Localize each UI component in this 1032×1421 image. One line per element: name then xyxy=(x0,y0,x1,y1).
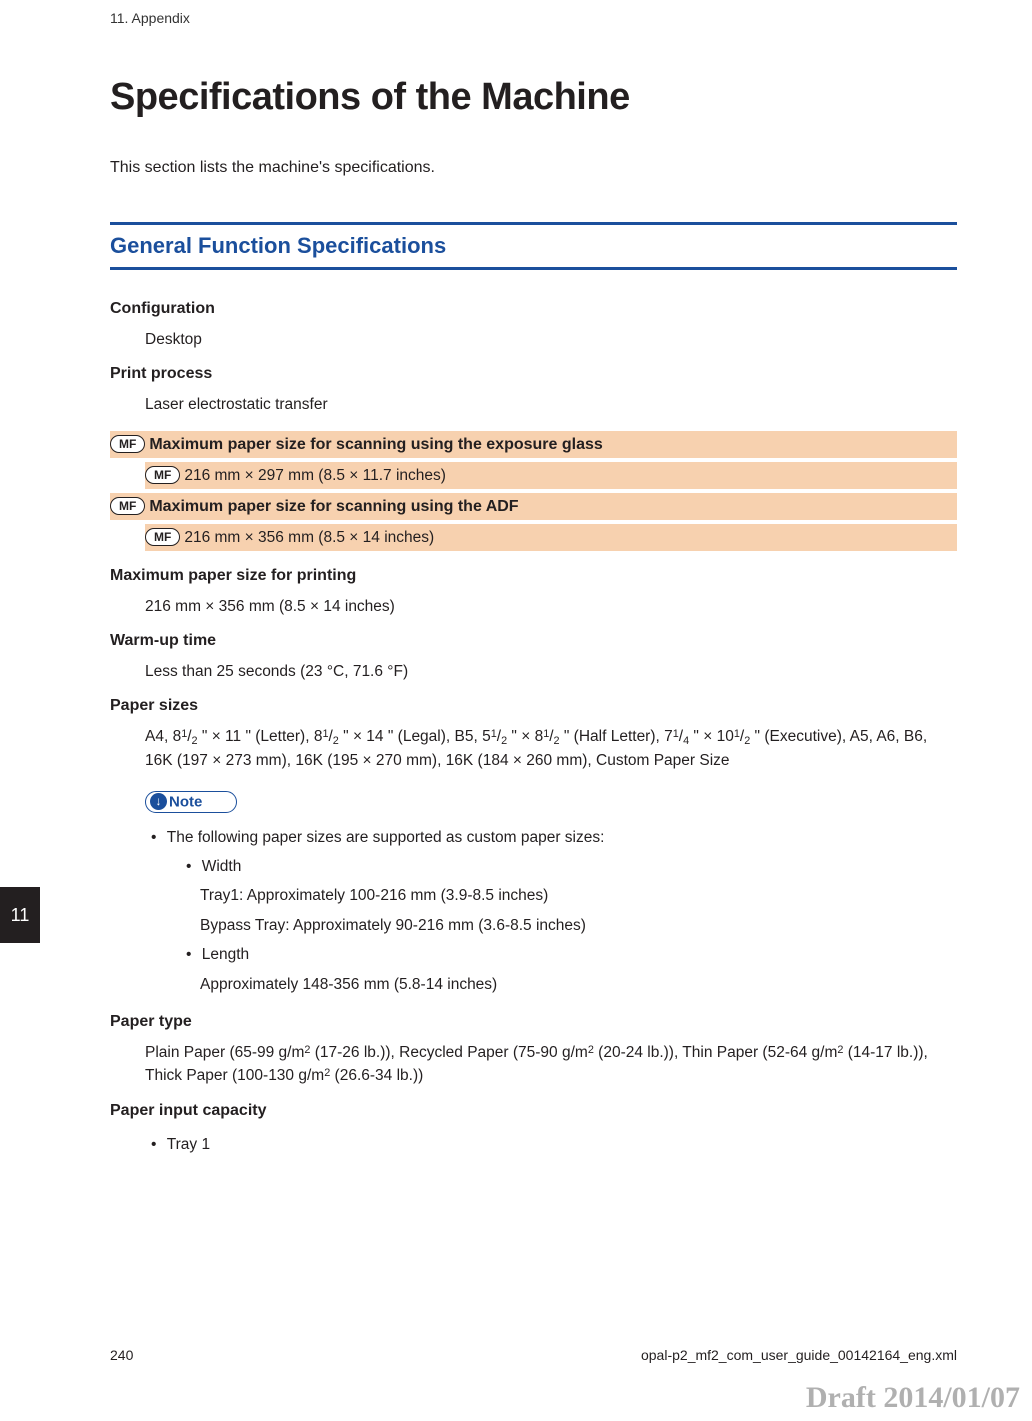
value-paper-type: Plain Paper (65-99 g/m2 (17-26 lb.)), Re… xyxy=(145,1041,957,1088)
frac-sup: 1 xyxy=(491,728,497,740)
note-badge: ↓Note xyxy=(145,791,237,813)
ps-p5: " (Half Letter), 7 xyxy=(560,728,673,745)
note-arrow-icon: ↓ xyxy=(150,793,167,810)
note-label: Note xyxy=(169,793,202,810)
ps-p1: A4, 8 xyxy=(145,728,181,745)
value-configuration: Desktop xyxy=(145,328,957,351)
note-line: The following paper sizes are supported … xyxy=(165,823,957,852)
term-configuration: Configuration xyxy=(110,300,957,318)
ps-p3: " × 14 " (Legal), B5, 5 xyxy=(339,728,491,745)
note-length-val: Approximately 148-356 mm (5.8-14 inches) xyxy=(200,970,957,999)
mf-badge-icon: MF xyxy=(145,466,180,484)
note-width-label: Width xyxy=(200,852,957,881)
value-max-scan-glass-text: 216 mm × 297 mm (8.5 × 11.7 inches) xyxy=(184,467,446,484)
draft-watermark: Draft 2014/01/07 xyxy=(806,1381,1020,1415)
mf-badge-icon: MF xyxy=(145,528,180,546)
note-length-label: Length xyxy=(200,940,957,969)
value-max-scan-adf-text: 216 mm × 356 mm (8.5 × 14 inches) xyxy=(184,529,434,546)
term-paper-type: Paper type xyxy=(110,1013,957,1031)
term-max-scan-glass: MFMaximum paper size for scanning using … xyxy=(110,429,957,460)
term-paper-sizes: Paper sizes xyxy=(110,697,957,715)
frac-sup: 1 xyxy=(673,728,679,740)
section-heading-general: General Function Specifications xyxy=(110,222,957,270)
ps-p4: " × 8 xyxy=(507,728,543,745)
term-max-scan-adf: MFMaximum paper size for scanning using … xyxy=(110,491,957,522)
mf-badge-icon: MF xyxy=(110,497,145,515)
value-print-process: Laser electrostatic transfer xyxy=(145,393,957,416)
intro-text: This section lists the machine's specifi… xyxy=(110,159,957,177)
term-max-scan-adf-text: Maximum paper size for scanning using th… xyxy=(149,498,518,515)
frac-sup: 1 xyxy=(322,728,328,740)
page-number: 240 xyxy=(110,1347,133,1363)
value-max-scan-adf: MF216 mm × 356 mm (8.5 × 14 inches) xyxy=(145,522,957,553)
term-warmup: Warm-up time xyxy=(110,632,957,650)
frac-sup: 1 xyxy=(734,728,740,740)
source-file-label: opal-p2_mf2_com_user_guide_00142164_eng.… xyxy=(641,1347,957,1363)
term-print-process: Print process xyxy=(110,365,957,383)
pt-c: (20-24 lb.)), Thin Paper (52-64 g/m xyxy=(594,1044,838,1061)
value-max-scan-glass: MF216 mm × 297 mm (8.5 × 11.7 inches) xyxy=(145,460,957,491)
chapter-side-tab: 11 xyxy=(0,887,40,943)
running-header: 11. Appendix xyxy=(110,0,957,26)
value-max-print: 216 mm × 356 mm (8.5 × 14 inches) xyxy=(145,595,957,618)
value-warmup: Less than 25 seconds (23 °C, 71.6 °F) xyxy=(145,660,957,683)
note-width-bypass: Bypass Tray: Approximately 90-216 mm (3.… xyxy=(200,911,957,940)
value-paper-sizes: A4, 81/2 " × 11 " (Letter), 81/2 " × 14 … xyxy=(145,725,957,773)
term-max-print: Maximum paper size for printing xyxy=(110,567,957,585)
mf-badge-icon: MF xyxy=(110,435,145,453)
frac-sup: 1 xyxy=(181,728,187,740)
ps-p2: " × 11 " (Letter), 8 xyxy=(198,728,323,745)
note-width-tray1: Tray1: Approximately 100-216 mm (3.9-8.5… xyxy=(200,881,957,910)
ps-p6: " × 10 xyxy=(689,728,734,745)
page-title: Specifications of the Machine xyxy=(110,76,957,119)
pt-e: (26.6-34 lb.)) xyxy=(330,1067,423,1084)
paper-input-tray1: Tray 1 xyxy=(165,1130,957,1159)
term-max-scan-glass-text: Maximum paper size for scanning using th… xyxy=(149,436,602,453)
page-footer: 240 opal-p2_mf2_com_user_guide_00142164_… xyxy=(110,1347,957,1363)
frac-sup: 1 xyxy=(543,728,549,740)
pt-b: (17-26 lb.)), Recycled Paper (75-90 g/m xyxy=(310,1044,587,1061)
term-paper-input: Paper input capacity xyxy=(110,1102,957,1120)
pt-a: Plain Paper (65-99 g/m xyxy=(145,1044,304,1061)
